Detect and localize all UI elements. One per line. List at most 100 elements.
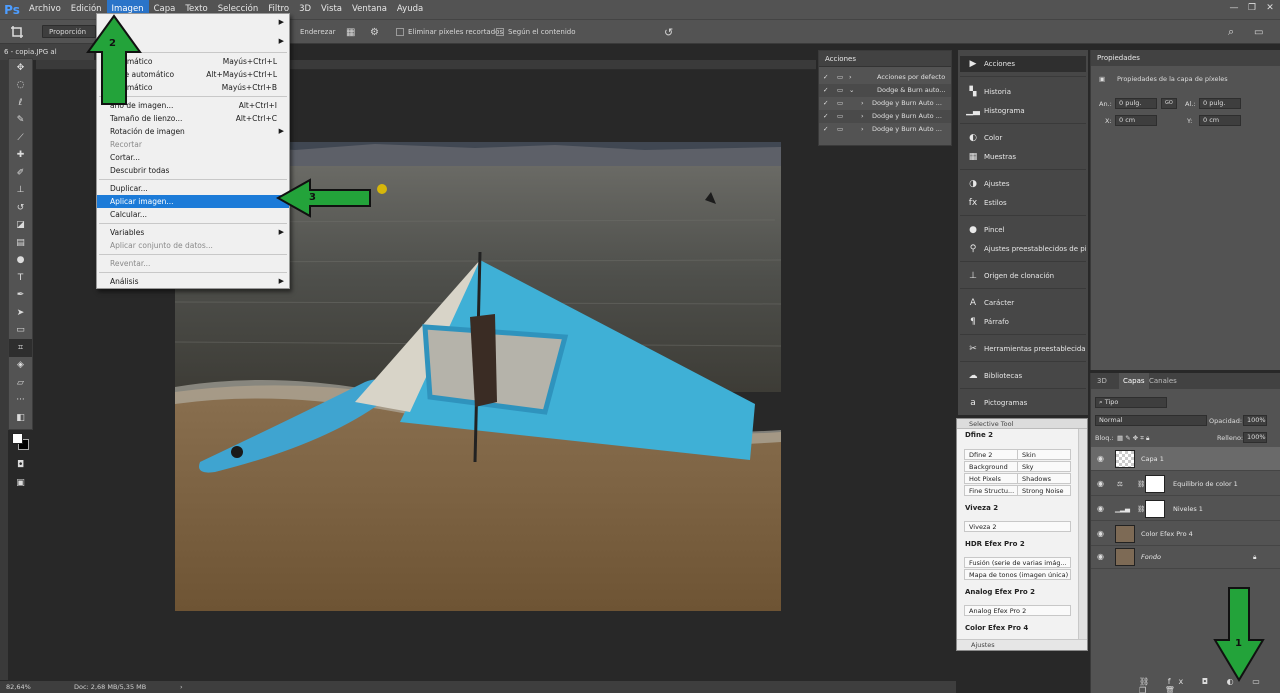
dock-historia[interactable]: ▚ Historia [960,84,1086,100]
chevron-right-icon[interactable]: › [180,681,183,693]
action-row[interactable]: ✓ ▭ › Dodge y Burn Auto ... [819,97,951,110]
menu-item-cortar[interactable]: Cortar... [97,151,289,164]
menu-vista[interactable]: Vista [316,0,347,19]
dock-muestras[interactable]: ▦ Muestras [960,149,1086,165]
stamp-tool-icon[interactable]: ⊥ [9,182,32,200]
hdr-tonemap-button[interactable]: Mapa de tonos (imagen única) [964,569,1071,580]
dock-brush-presets[interactable]: ⚲ Ajustes preestablecidos de pi... [960,241,1086,257]
settings-footer[interactable]: Ajustes [957,639,1087,650]
action-row[interactable]: ✓ ▭ › Dodge y Burn Auto ... [819,110,951,123]
dock-pincel[interactable]: ● Pincel [960,222,1086,238]
menu-item-analisis[interactable]: Análisis ▶ [97,275,289,288]
screen-mode-icon[interactable]: ▣ [9,474,32,492]
sky-button[interactable]: Sky [1017,461,1071,472]
dock-estilos[interactable]: fx Estilos [960,195,1086,211]
x-input[interactable]: 0 cm [1115,115,1157,126]
brush-tool-icon[interactable]: ✐ [9,164,32,182]
menu-item-calcular[interactable]: Calcular... [97,208,289,221]
dock-clone-source[interactable]: ⊥ Origen de clonación [960,268,1086,284]
gear-icon[interactable]: ⚙ [370,25,379,39]
background-button[interactable]: Background [964,461,1018,472]
fill-input[interactable]: 100% [1243,432,1267,443]
close-icon[interactable]: ✕ [1264,2,1276,14]
tab-3d[interactable]: 3D [1097,377,1107,385]
restore-icon[interactable]: ❐ [1246,2,1258,14]
colors-reset-icon[interactable]: ◧ [9,409,32,427]
lasso-tool-icon[interactable]: ℓ [9,94,32,112]
action-row[interactable]: ✓ ▭ ⌄ Dodge & Burn auto... [819,84,951,97]
crop-tool-icon[interactable] [10,25,24,39]
hdr-merge-button[interactable]: Fusión (serie de varias imág... [964,557,1071,568]
minimize-icon[interactable]: — [1228,2,1240,14]
eyedropper-tool-icon[interactable]: ⟋ [9,129,32,147]
search-icon[interactable]: ⌕ [1228,25,1234,39]
dock-ajustes[interactable]: ◑ Ajustes [960,176,1086,192]
dodge-tool-icon[interactable]: ● [9,252,32,270]
paint-bucket-icon[interactable]: ◈ [9,357,32,375]
strong-noise-button[interactable]: Strong Noise [1017,485,1071,496]
menu-3d[interactable]: 3D [294,0,316,19]
menu-archivo[interactable]: Archivo [24,0,66,19]
grid-overlay-icon[interactable]: ▦ [346,25,355,39]
quick-mask-icon[interactable]: ◘ [9,457,32,475]
skin-button[interactable]: Skin [1017,449,1071,460]
layer-filter-select[interactable]: ⌕ Tipo [1095,397,1167,408]
crop-tool-icon[interactable]: ⌗ [9,339,32,357]
layer-row[interactable]: ◉ Color Efex Pro 4 [1091,522,1280,546]
opacity-input[interactable]: 100% [1243,415,1267,426]
doc-size[interactable]: Doc: 2,68 MB/5,35 MB [74,681,146,693]
checkbox-icon[interactable] [496,28,504,36]
dock-pictogramas[interactable]: a Pictogramas [960,395,1086,411]
layer-row[interactable]: ◉ Capa 1 [1091,447,1280,471]
eye-icon[interactable]: ◉ [1097,522,1104,546]
eraser-tool-icon[interactable]: ◪ [9,217,32,235]
layer-row[interactable]: ◉ ▁▂▄ ⛓ Niveles 1 [1091,497,1280,521]
analog-button[interactable]: Analog Efex Pro 2 [964,605,1071,616]
pen-tool-icon[interactable]: ✒ [9,287,32,305]
type-tool-icon[interactable]: T [9,269,32,287]
eye-icon[interactable]: ◉ [1097,447,1104,471]
scrollbar[interactable] [1078,429,1087,639]
dock-tool-presets[interactable]: ✂ Herramientas preestablecidas [960,341,1086,357]
more-tools-icon[interactable]: ··· [9,392,32,410]
layer-row[interactable]: ◉ Fondo 🔒︎ [1091,545,1280,569]
path-select-icon[interactable]: ➤ [9,304,32,322]
menu-item-rotacion[interactable]: Rotación de imagen ▶ [97,125,289,138]
delete-cropped-checkbox[interactable]: Eliminar píxeles recortados [396,25,503,39]
dock-caracter[interactable]: A Carácter [960,295,1086,311]
ruler-tool-icon[interactable]: ▱ [9,374,32,392]
tab-canales[interactable]: Canales [1149,377,1177,385]
viveza-button[interactable]: Viveza 2 [964,521,1071,532]
dfine-button[interactable]: Dfine 2 [964,449,1018,460]
menu-item-variables[interactable]: Variables ▶ [97,226,289,239]
rectangle-tool-icon[interactable]: ▭ [9,322,32,340]
lock-icons[interactable]: ▦ ✎ ✥ ⌗ 🔒︎ [1117,433,1149,444]
dock-acciones[interactable]: ▶ Acciones [960,56,1086,72]
content-aware-checkbox[interactable]: Según el contenido [496,25,576,39]
dock-histograma[interactable]: ▁▃ Histograma [960,103,1086,119]
dock-color[interactable]: ◐ Color [960,130,1086,146]
eye-icon[interactable]: ◉ [1097,497,1104,521]
shadows-button[interactable]: Shadows [1017,473,1071,484]
gradient-tool-icon[interactable]: ▤ [9,234,32,252]
eye-icon[interactable]: ◉ [1097,545,1104,569]
move-tool-icon[interactable]: ✥ [9,59,32,77]
menu-item-tamano-lienzo[interactable]: Tamaño de lienzo... Alt+Ctrl+C [97,112,289,125]
dock-parrafo[interactable]: ¶ Párrafo [960,314,1086,330]
menu-item-descubrir[interactable]: Descubrir todas [97,164,289,177]
straighten-label[interactable]: Enderezar [300,25,335,39]
workspace-icon[interactable]: ▭ [1254,25,1263,39]
color-swatches[interactable] [9,427,32,457]
foreground-color[interactable] [11,432,23,444]
menu-item-aplicar-imagen[interactable]: Aplicar imagen... [97,195,289,208]
action-row[interactable]: ✓ ▭ › Acciones por defecto [819,71,951,84]
layer-row[interactable]: ◉ ⚖ ⛓ Equilibrio de color 1 [1091,472,1280,496]
history-brush-icon[interactable]: ↺ [9,199,32,217]
tab-capas[interactable]: Capas [1119,373,1149,389]
menu-item-duplicar[interactable]: Duplicar... [97,182,289,195]
y-input[interactable]: 0 cm [1199,115,1241,126]
eye-icon[interactable]: ◉ [1097,472,1104,496]
quick-select-tool-icon[interactable]: ✎ [9,112,32,130]
width-input[interactable]: 0 pulg. [1115,98,1157,109]
menu-ventana[interactable]: Ventana [347,0,392,19]
